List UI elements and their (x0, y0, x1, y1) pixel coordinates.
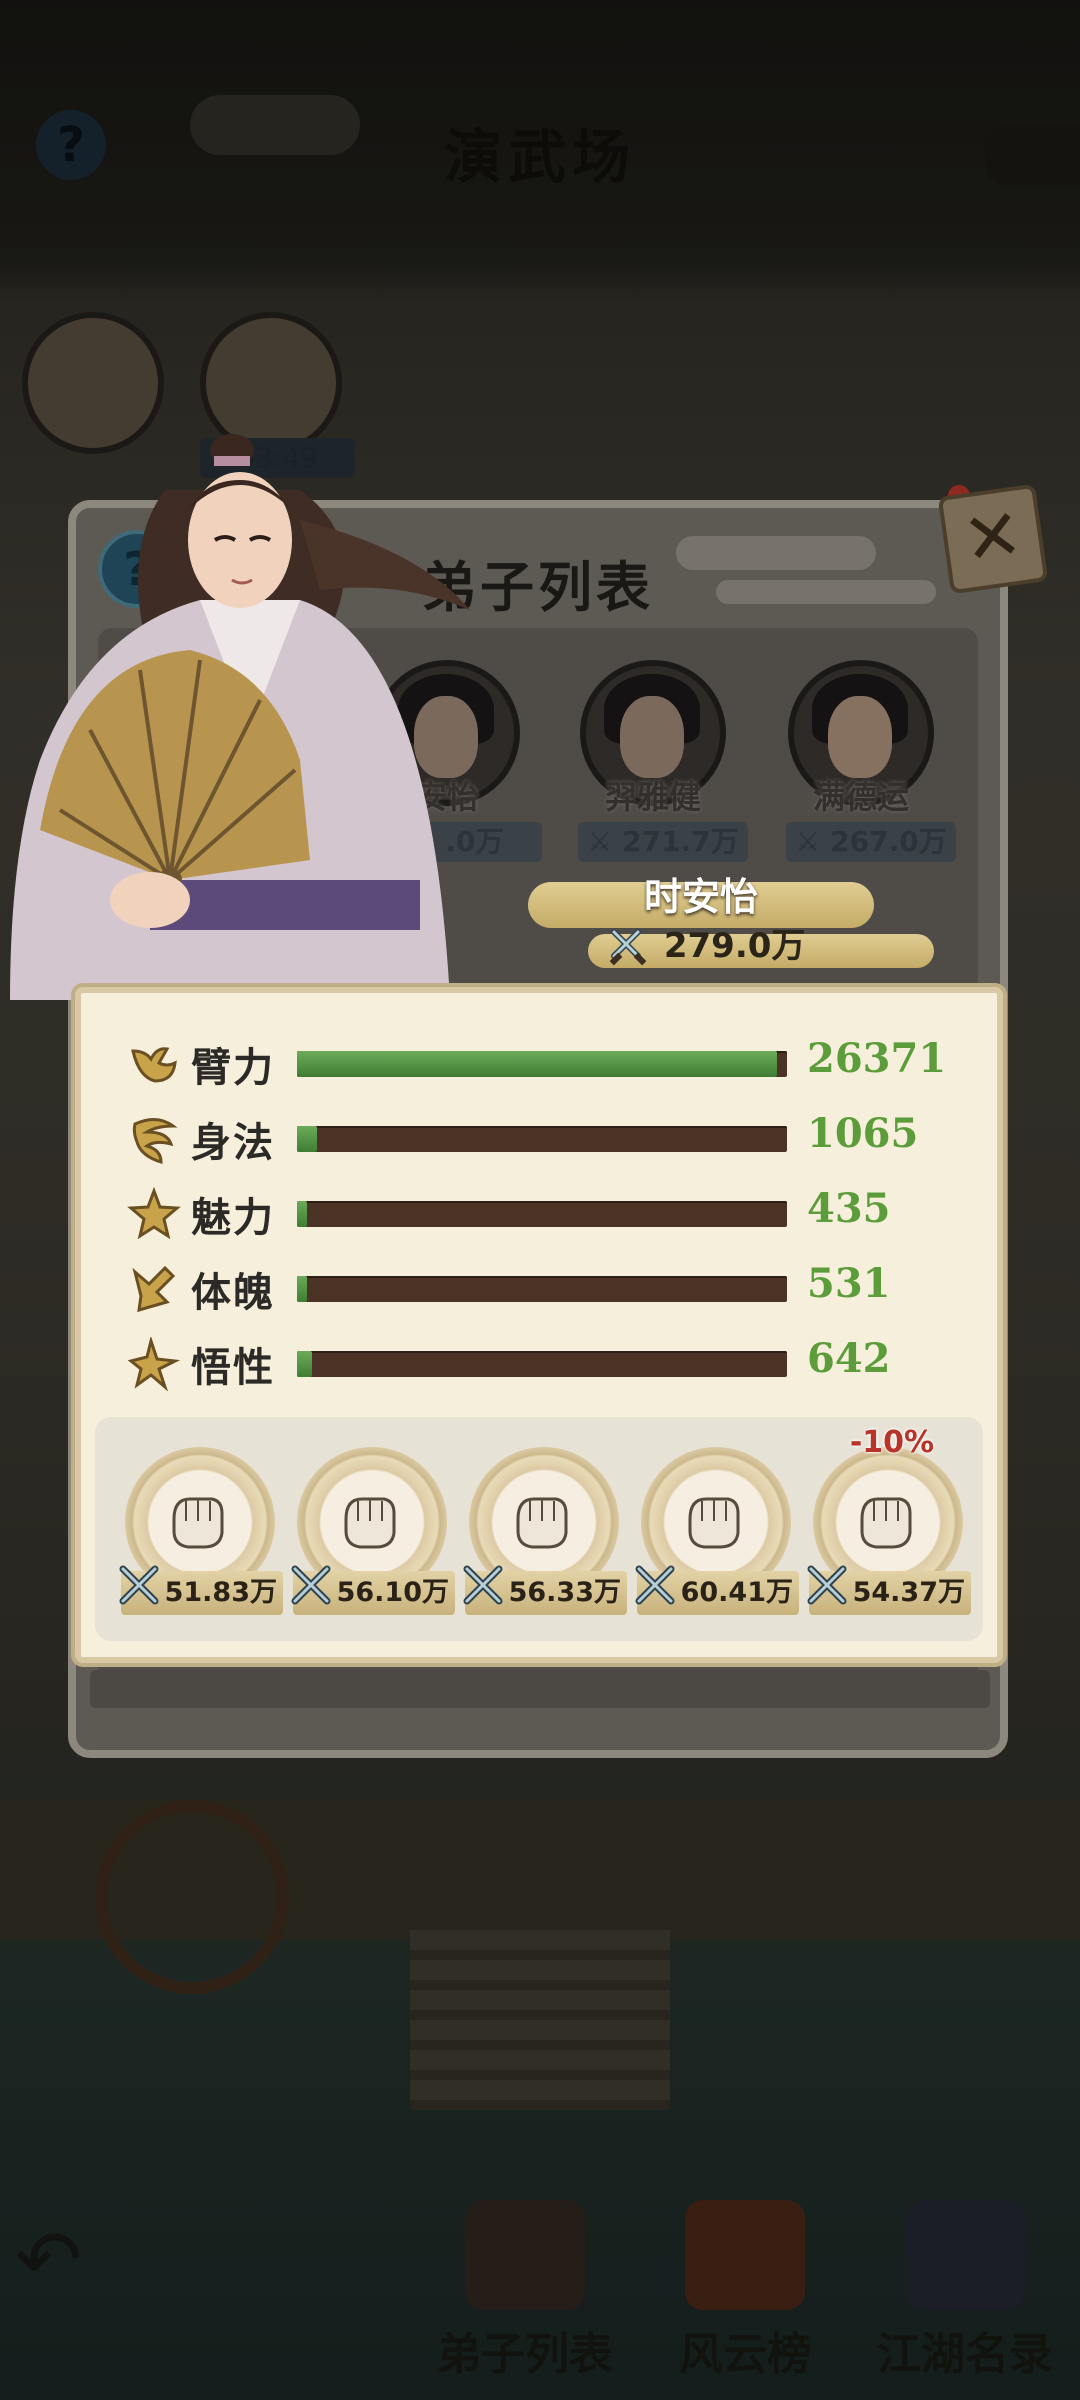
disciple-power-value: 267.0万 (830, 825, 947, 858)
stat-bar-fill (297, 1201, 307, 1227)
insight-icon (127, 1337, 181, 1391)
swords-icon (807, 1565, 847, 1605)
martial-skill-slot[interactable]: 51.83万 (119, 1447, 283, 1637)
stat-row-strength: 臂力 26371 (127, 1033, 977, 1093)
fist-icon (688, 1497, 740, 1549)
stat-label: 魅力 (191, 1194, 275, 1241)
attribute-panel: 臂力 26371 身法 1065 魅力 435 体魄 531 悟性 642 51… (75, 987, 1003, 1663)
stat-row-insight: 悟性 642 (127, 1333, 977, 1393)
stat-bar (297, 1051, 787, 1077)
modal-footer-bar (90, 1670, 990, 1708)
fist-icon (516, 1497, 568, 1549)
stat-row-agility: 身法 1065 (127, 1108, 977, 1168)
fist-icon (172, 1497, 224, 1549)
disciple-power: ⚔ 267.0万 (786, 822, 956, 862)
martial-skill-slot[interactable]: 54.37万 -10% (807, 1425, 971, 1637)
stat-label: 悟性 (191, 1344, 275, 1391)
stat-bar-fill (297, 1276, 307, 1302)
stat-bar (297, 1126, 787, 1152)
stat-bar-fill (297, 1126, 317, 1152)
disciple-name: 满德运 (812, 778, 909, 816)
swords-icon (119, 1565, 159, 1605)
disciple-card[interactable]: 羿雅健 ⚔ 271.7万 (578, 660, 748, 862)
martial-skill-slot[interactable]: 56.33万 (463, 1447, 627, 1637)
stat-row-charm: 魅力 435 (127, 1183, 977, 1243)
stat-bar-fill (297, 1051, 778, 1077)
disciple-card[interactable]: 满德运 ⚔ 267.0万 (786, 660, 956, 862)
skill-modifier: -10% (849, 1425, 935, 1460)
swords-icon: ⚔ (795, 825, 821, 858)
fist-icon (860, 1497, 912, 1549)
stat-label: 身法 (191, 1119, 275, 1166)
stat-bar (297, 1201, 787, 1227)
selected-disciple-power: 279.0万 (608, 918, 908, 970)
stat-value: 1065 (807, 1110, 919, 1157)
stat-bar (297, 1351, 787, 1377)
physique-icon (132, 1265, 176, 1313)
stat-row-physique: 体魄 531 (127, 1258, 977, 1318)
stat-value: 642 (807, 1335, 891, 1382)
disciple-power-value: 271.7万 (622, 825, 739, 858)
stat-label: 体魄 (191, 1269, 275, 1316)
stat-value: 435 (807, 1185, 891, 1232)
stat-label: 臂力 (191, 1044, 275, 1091)
arm-strength-icon (131, 1047, 177, 1083)
character-portrait (10, 434, 470, 1000)
selected-power-value: 279.0万 (663, 926, 806, 966)
selected-disciple-name: 时安怡 (643, 875, 758, 919)
close-icon[interactable]: ✕ (937, 483, 1049, 595)
martial-skill-slot[interactable]: 60.41万 (635, 1447, 799, 1637)
martial-skills-area: 51.83万 56.10万 56.33万 60.41万 54.37万 -10% (95, 1417, 983, 1641)
swords-icon (291, 1565, 331, 1605)
stat-bar (297, 1276, 787, 1302)
martial-skill-slot[interactable]: 56.10万 (291, 1447, 455, 1637)
agility-icon (132, 1118, 178, 1165)
stat-value: 531 (807, 1260, 891, 1307)
stat-bar-fill (297, 1351, 312, 1377)
fist-icon (344, 1497, 396, 1549)
swords-icon (463, 1565, 503, 1605)
disciple-power: ⚔ 271.7万 (578, 822, 748, 862)
swords-icon: ⚔ (587, 825, 613, 858)
swords-icon (635, 1565, 675, 1605)
swords-icon (609, 928, 647, 965)
stat-value: 26371 (807, 1035, 947, 1082)
charm-icon (127, 1187, 181, 1240)
disciple-name: 羿雅健 (604, 778, 701, 816)
